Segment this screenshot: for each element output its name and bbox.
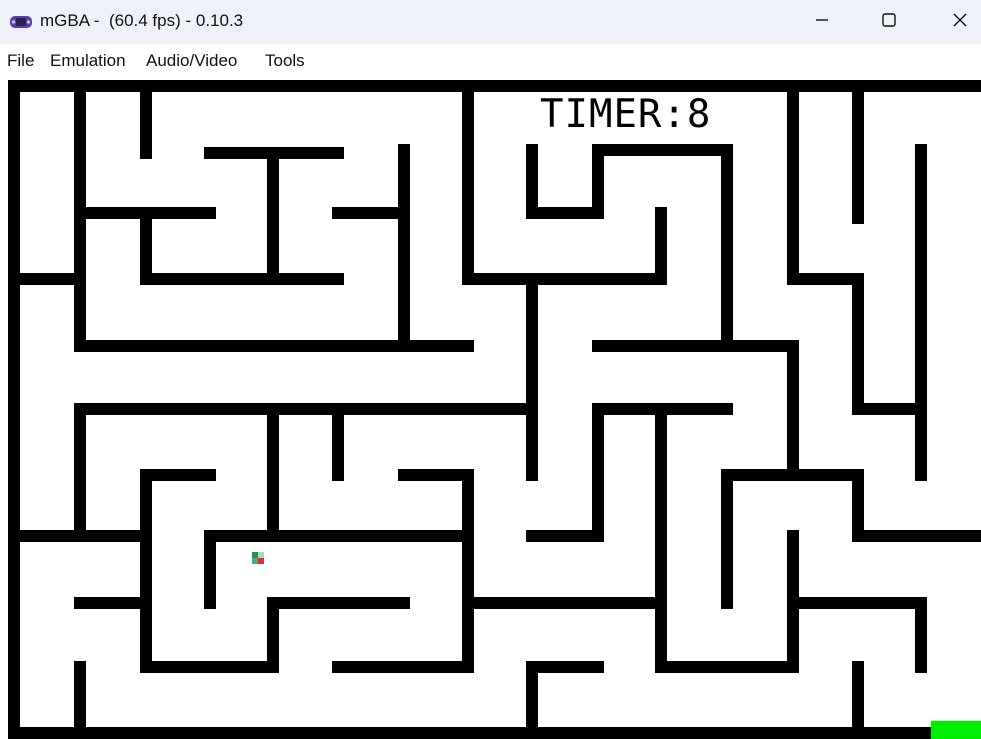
- maximize-button[interactable]: [854, 0, 924, 44]
- menu-audio-video[interactable]: Audio/Video: [146, 51, 237, 71]
- close-icon: [952, 12, 968, 33]
- maze-walls: [8, 80, 981, 739]
- timer-display: TIMER:8: [540, 92, 712, 137]
- menu-emulation[interactable]: Emulation: [50, 51, 126, 71]
- gameboy-advance-icon: [9, 12, 33, 32]
- player-sprite: [252, 552, 264, 564]
- menu-file[interactable]: File: [7, 51, 34, 71]
- minimize-icon: [814, 12, 830, 33]
- close-button[interactable]: [925, 0, 981, 44]
- goal-marker: [931, 721, 981, 739]
- maximize-icon: [881, 12, 897, 33]
- window-title: mGBA - (60.4 fps) - 0.10.3: [40, 11, 244, 30]
- minimize-button[interactable]: [787, 0, 857, 44]
- menu-tools[interactable]: Tools: [265, 51, 305, 71]
- maze: [8, 80, 981, 739]
- game-screen[interactable]: [0, 80, 981, 739]
- title-bar[interactable]: mGBA - (60.4 fps) - 0.10.3: [0, 0, 981, 44]
